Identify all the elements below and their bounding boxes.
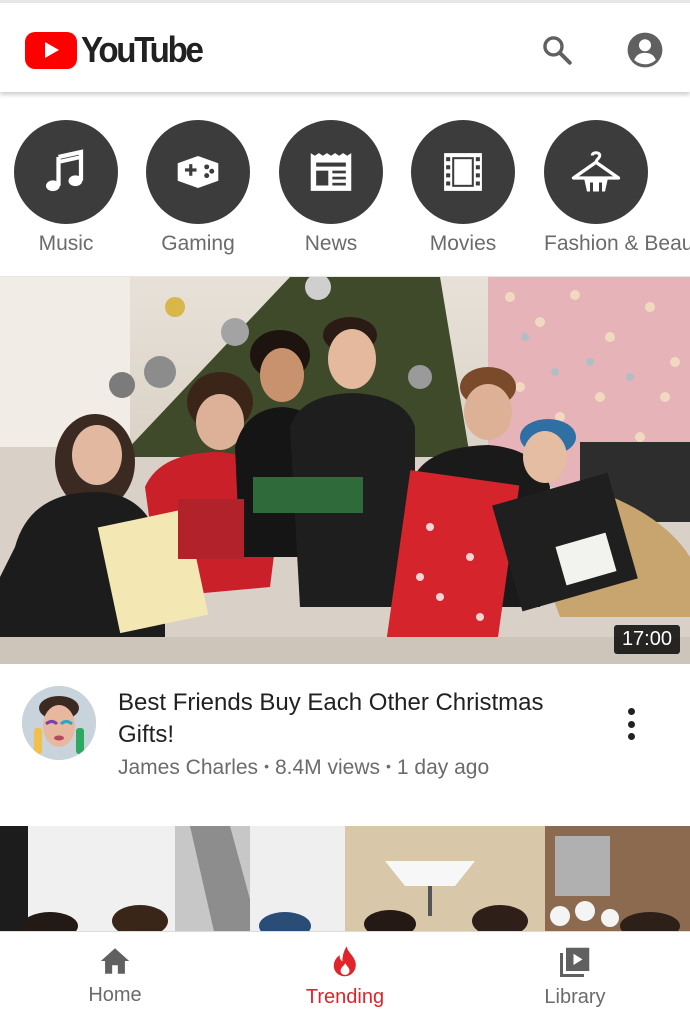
newspaper-icon <box>310 153 352 191</box>
logo-text: YouTube <box>81 29 204 70</box>
clothes-hanger-icon <box>571 151 621 192</box>
category-label: Music <box>38 232 94 255</box>
category-label: Gaming <box>161 232 235 255</box>
gamepad-icon <box>177 156 219 188</box>
account-button[interactable] <box>625 30 665 70</box>
nav-label: Home <box>88 984 142 1006</box>
category-movies[interactable]: Movies <box>411 120 515 256</box>
category-news[interactable]: News <box>279 120 383 256</box>
video-metadata: James Charles • 8.4M views • 1 day ago <box>118 756 490 779</box>
bottom-navigation: Home Trending Library <box>0 931 690 1015</box>
video-thumbnail[interactable]: 17:00 <box>0 277 690 664</box>
video-details: Best Friends Buy Each Other Christmas Gi… <box>0 664 690 826</box>
play-logo-icon <box>25 31 77 69</box>
thumbnail-image <box>0 277 690 664</box>
view-count: 8.4M views <box>274 756 380 779</box>
nav-label: Trending <box>305 986 385 1008</box>
flame-icon <box>333 946 356 977</box>
more-options-button[interactable] <box>616 704 646 744</box>
nav-label: Library <box>544 986 606 1008</box>
app-header: YouTube <box>0 0 690 92</box>
category-gaming[interactable]: Gaming <box>146 120 250 256</box>
youtube-logo[interactable]: YouTube <box>25 29 212 71</box>
home-icon <box>100 948 130 974</box>
search-icon <box>543 36 572 65</box>
video-thumbnail[interactable] <box>0 826 690 936</box>
category-fashion-beauty[interactable]: Fashion & Beau <box>544 120 690 256</box>
channel-name[interactable]: James Charles <box>118 756 258 779</box>
film-strip-icon <box>444 153 482 191</box>
video-duration-badge: 17:00 <box>613 625 680 654</box>
search-button[interactable] <box>537 30 577 70</box>
category-label: Movies <box>429 232 497 255</box>
nav-library[interactable]: Library <box>460 932 690 1015</box>
video-title[interactable]: Best Friends Buy Each Other Christmas Gi… <box>118 687 588 751</box>
category-label: News <box>304 232 358 255</box>
more-vert-icon <box>627 708 635 715</box>
library-icon <box>560 947 590 977</box>
account-circle-icon <box>627 32 663 68</box>
category-shelf: Music Gaming News Movies Fashion & Beau <box>0 92 690 277</box>
nav-home[interactable]: Home <box>0 932 230 1015</box>
thumbnail-image <box>0 826 690 936</box>
upload-age: 1 day ago <box>396 756 490 779</box>
music-note-icon <box>46 149 84 192</box>
category-music[interactable]: Music <box>14 120 118 256</box>
nav-trending[interactable]: Trending <box>230 932 460 1015</box>
category-label: Fashion & Beau <box>544 232 690 255</box>
channel-avatar[interactable] <box>22 686 96 760</box>
